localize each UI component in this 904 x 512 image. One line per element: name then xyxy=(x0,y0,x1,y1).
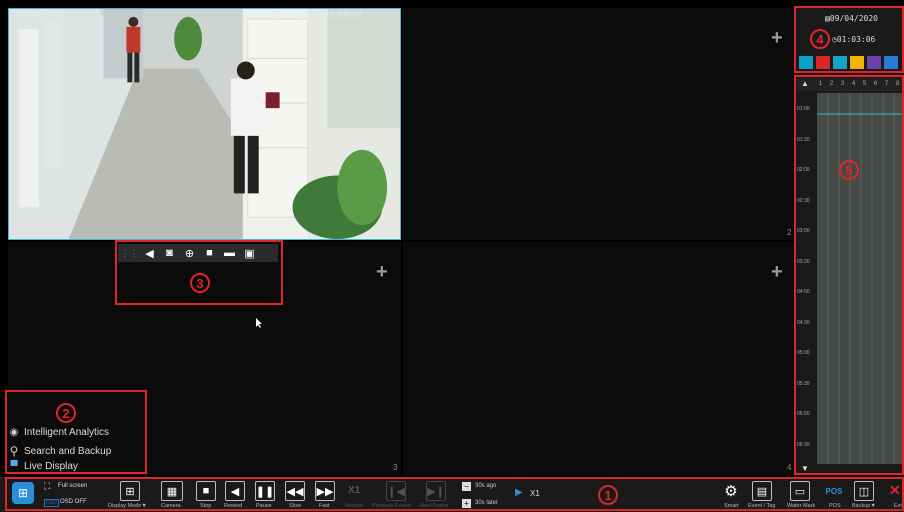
callout-4: 4 xyxy=(810,29,830,49)
callout-3: 3 xyxy=(190,273,210,293)
video-pane-2[interactable]: + 2 xyxy=(403,8,795,240)
highlight-box-2 xyxy=(5,390,147,474)
camera-datetime-label: 09/04/2020 01:03:06 xyxy=(271,10,363,19)
callout-5: 5 xyxy=(839,160,859,180)
video-pane-4[interactable]: + 4 xyxy=(403,242,795,475)
camera-feed-image xyxy=(9,9,400,239)
highlight-box-5 xyxy=(794,75,904,475)
callout-2: 2 xyxy=(56,403,76,423)
add-camera-icon[interactable]: + xyxy=(376,262,388,282)
video-pane-1[interactable]: IP Camera01 09/04/2020 01:03:06 xyxy=(8,8,401,240)
pane-number: 2 xyxy=(787,228,792,237)
highlight-box-1 xyxy=(5,477,904,511)
camera-name-label: IP Camera01 xyxy=(12,10,65,19)
add-camera-icon[interactable]: + xyxy=(771,28,783,48)
pane-number: 3 xyxy=(393,463,398,472)
add-camera-icon[interactable]: + xyxy=(771,262,783,282)
mouse-cursor-icon xyxy=(256,318,262,328)
pane-number: 4 xyxy=(787,463,792,472)
